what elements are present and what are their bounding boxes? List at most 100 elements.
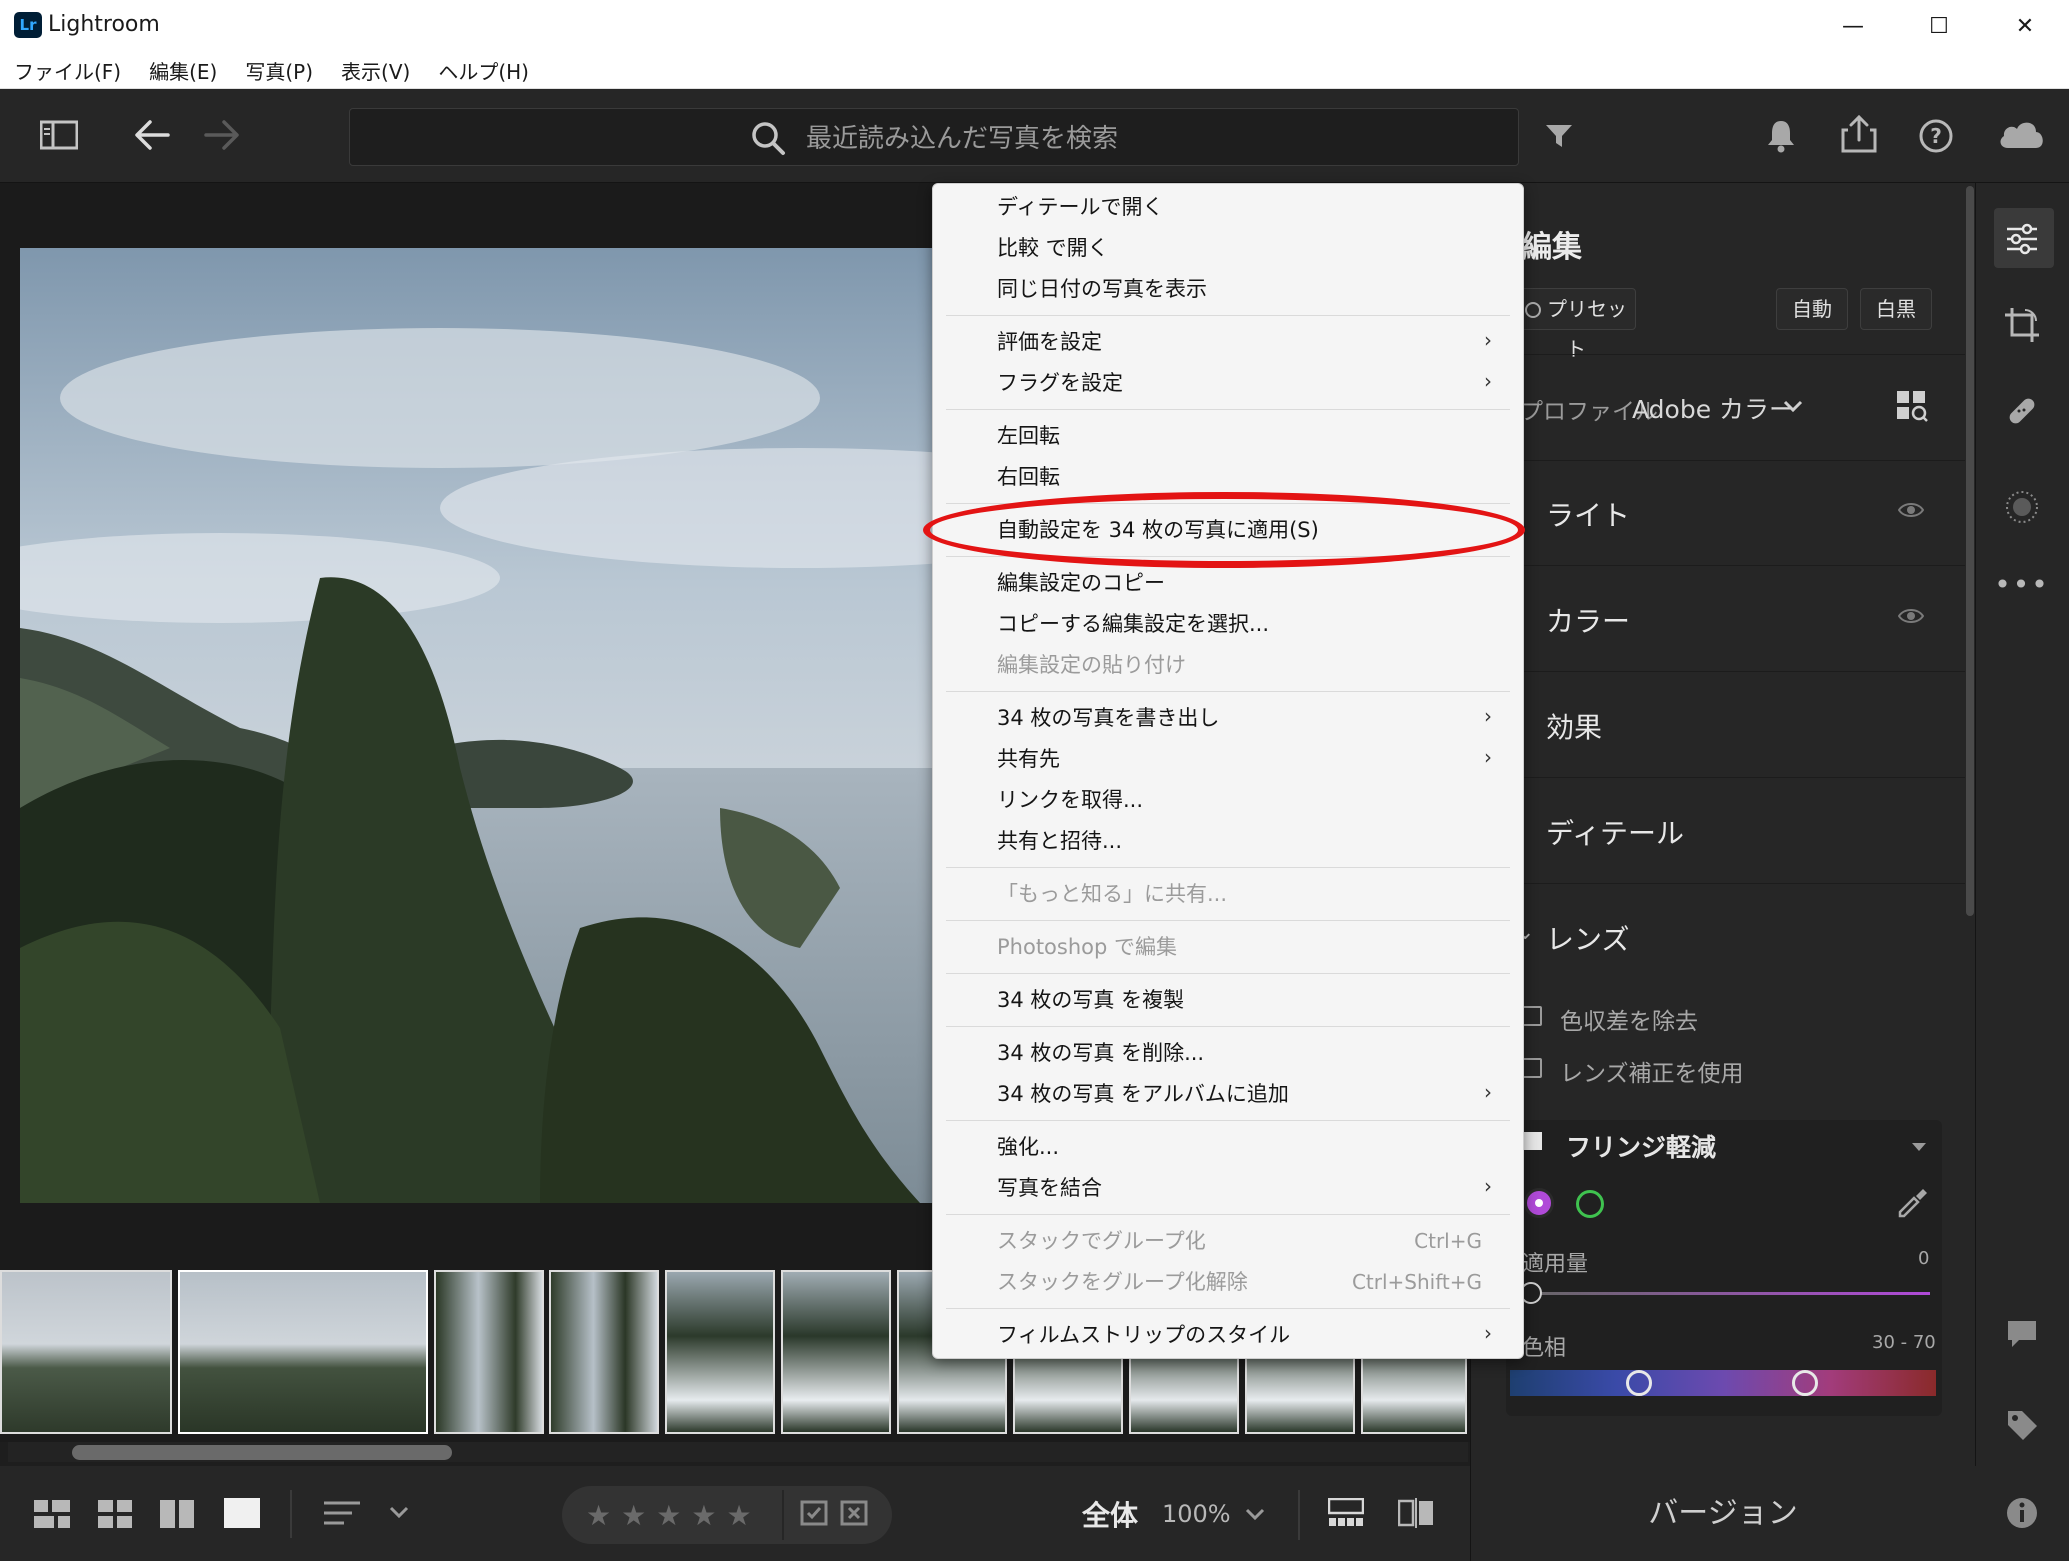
pick-flag-icon[interactable]	[800, 1500, 828, 1532]
filmstrip-thumbnail[interactable]	[549, 1270, 659, 1434]
masking-icon[interactable]	[1993, 478, 2051, 536]
minimize-button[interactable]: —	[1810, 0, 1896, 53]
detail-section-title[interactable]: ディテール	[1546, 812, 1684, 852]
menu-item-paste-edit-settings[interactable]: 編集設定の貼り付け	[997, 645, 1186, 685]
menu-item-rotate-right[interactable]: 右回転	[997, 457, 1060, 497]
amount-slider-track[interactable]	[1530, 1292, 1930, 1295]
comments-icon[interactable]	[1993, 1306, 2051, 1364]
filmstrip-thumbnail[interactable]	[0, 1270, 172, 1434]
effects-section-title[interactable]: 効果	[1546, 706, 1602, 746]
menu-item-add-to-album[interactable]: 34 枚の写真 をアルバムに追加	[997, 1074, 1289, 1114]
menu-item-set-flag[interactable]: フラグを設定	[997, 363, 1123, 403]
detail-view-icon[interactable]	[224, 1498, 260, 1532]
menu-photo[interactable]: 写真(P)	[245, 56, 313, 85]
eyedropper-icon[interactable]	[1896, 1186, 1930, 1224]
eye-icon[interactable]	[1897, 500, 1925, 525]
filmstrip-thumbnail[interactable]	[665, 1270, 775, 1434]
lens-correction-checkbox[interactable]	[1522, 1058, 1542, 1078]
star-5-icon[interactable]: ★	[726, 1499, 751, 1532]
light-section[interactable]	[1470, 460, 1965, 566]
info-icon[interactable]	[1993, 1484, 2051, 1542]
menu-item-rotate-left[interactable]: 左回転	[997, 416, 1060, 456]
more-tools-icon[interactable]: •••	[1993, 556, 2051, 614]
color-section[interactable]	[1470, 566, 1965, 672]
version-button[interactable]: バージョン	[1470, 1466, 1975, 1561]
edit-sliders-icon[interactable]	[1993, 210, 2051, 268]
menu-item-ungroup-stack[interactable]: スタックをグループ化解除	[997, 1262, 1248, 1302]
tag-icon[interactable]	[1993, 1396, 2051, 1454]
hue-range-slider[interactable]	[1510, 1370, 1936, 1396]
back-arrow-icon[interactable]	[134, 118, 170, 156]
green-swatch[interactable]	[1576, 1190, 1604, 1218]
filmstrip-scrollbar-thumb[interactable]	[72, 1445, 452, 1460]
edit-panel-scrollbar[interactable]	[1966, 186, 1974, 916]
menu-view[interactable]: 表示(V)	[341, 56, 410, 85]
menu-item-copy-edit-settings[interactable]: 編集設定のコピー	[997, 563, 1165, 603]
menu-item-share-to[interactable]: 共有先	[997, 739, 1060, 779]
defringe-toggle-icon[interactable]	[1524, 1132, 1542, 1150]
purple-swatch[interactable]	[1524, 1188, 1554, 1218]
fit-zoom-button[interactable]: 全体	[1082, 1494, 1138, 1534]
filmstrip-thumbnail[interactable]	[434, 1270, 544, 1434]
reject-flag-icon[interactable]	[840, 1500, 868, 1532]
menu-edit[interactable]: 編集(E)	[149, 56, 217, 85]
profile-browser-icon[interactable]	[1896, 390, 1928, 426]
square-grid-view-icon[interactable]	[34, 1500, 70, 1532]
sort-icon[interactable]	[324, 1500, 364, 1532]
menu-item-get-link[interactable]: リンクを取得...	[997, 780, 1143, 820]
menu-item-open-compare[interactable]: 比較 で開く	[997, 228, 1109, 268]
forward-arrow-icon[interactable]	[204, 118, 240, 156]
menu-item-enhance[interactable]: 強化...	[997, 1127, 1059, 1167]
notification-bell-icon[interactable]	[1766, 118, 1796, 158]
hue-range-thumb-high[interactable]	[1792, 1370, 1818, 1396]
menu-item-merge-photos[interactable]: 写真を結合	[997, 1168, 1102, 1208]
healing-brush-icon[interactable]	[1993, 382, 2051, 440]
defringe-amount-value[interactable]: 0	[1918, 1248, 1929, 1269]
remove-ca-checkbox[interactable]	[1522, 1006, 1542, 1026]
menu-item-set-rating[interactable]: 評価を設定	[997, 322, 1102, 362]
panel-toggle-icon[interactable]	[39, 120, 79, 154]
crop-icon[interactable]	[1993, 296, 2051, 354]
menu-item-open-detail[interactable]: ディテールで開く	[997, 187, 1164, 227]
filmstrip-thumbnail[interactable]	[781, 1270, 891, 1434]
hue-range-value[interactable]: 30 - 70	[1872, 1332, 1936, 1353]
presets-button[interactable]: プリセット	[1516, 288, 1636, 361]
menu-help[interactable]: ヘルプ(H)	[438, 56, 529, 85]
menu-item-share-invite[interactable]: 共有と招待...	[997, 821, 1122, 861]
color-section-title[interactable]: カラー	[1546, 600, 1630, 640]
hue-range-thumb-low[interactable]	[1626, 1370, 1652, 1396]
filmstrip-thumbnail[interactable]	[178, 1270, 428, 1434]
profile-chevron-down-icon[interactable]	[1782, 398, 1804, 418]
light-section-title[interactable]: ライト	[1546, 494, 1630, 534]
star-1-icon[interactable]: ★	[586, 1499, 611, 1532]
chevron-down-icon[interactable]	[388, 1504, 410, 1524]
help-icon[interactable]: ?	[1918, 118, 1954, 158]
auto-button[interactable]: 自動	[1776, 288, 1848, 330]
grid-view-icon[interactable]	[98, 1500, 132, 1532]
eye-icon[interactable]	[1897, 606, 1925, 631]
star-4-icon[interactable]: ★	[691, 1499, 716, 1532]
before-after-icon[interactable]	[1397, 1498, 1434, 1532]
close-button[interactable]: ✕	[1982, 0, 2068, 53]
detail-section[interactable]	[1470, 778, 1965, 884]
zoom-chevron-down-icon[interactable]	[1244, 1506, 1266, 1526]
menu-file[interactable]: ファイル(F)	[14, 56, 121, 85]
compare-view-icon[interactable]	[160, 1500, 194, 1532]
defringe-collapse-icon[interactable]	[1910, 1138, 1928, 1157]
zoom-level-select[interactable]: 100%	[1162, 1500, 1231, 1528]
menu-item-duplicate-photos[interactable]: 34 枚の写真 を複製	[997, 980, 1184, 1020]
menu-item-edit-in-photoshop[interactable]: Photoshop で編集	[997, 927, 1177, 967]
menu-item-show-same-date[interactable]: 同じ日付の写真を表示	[997, 269, 1207, 309]
menu-item-export-photos[interactable]: 34 枚の写真を書き出し	[997, 698, 1219, 738]
star-2-icon[interactable]: ★	[621, 1499, 646, 1532]
black-white-button[interactable]: 白黒	[1860, 288, 1932, 330]
filmstrip-toggle-icon[interactable]	[1327, 1497, 1365, 1532]
profile-select[interactable]: Adobe カラー	[1632, 390, 1794, 426]
star-3-icon[interactable]: ★	[656, 1499, 681, 1532]
cloud-sync-icon[interactable]	[1996, 116, 2046, 154]
menu-item-group-stack[interactable]: スタックでグループ化	[997, 1221, 1206, 1261]
lens-section-title[interactable]: レンズ	[1546, 918, 1629, 958]
effects-section[interactable]	[1470, 672, 1965, 778]
menu-item-delete-photos[interactable]: 34 枚の写真 を削除...	[997, 1033, 1204, 1073]
menu-item-share-discover[interactable]: 「もっと知る」に共有...	[997, 874, 1227, 914]
